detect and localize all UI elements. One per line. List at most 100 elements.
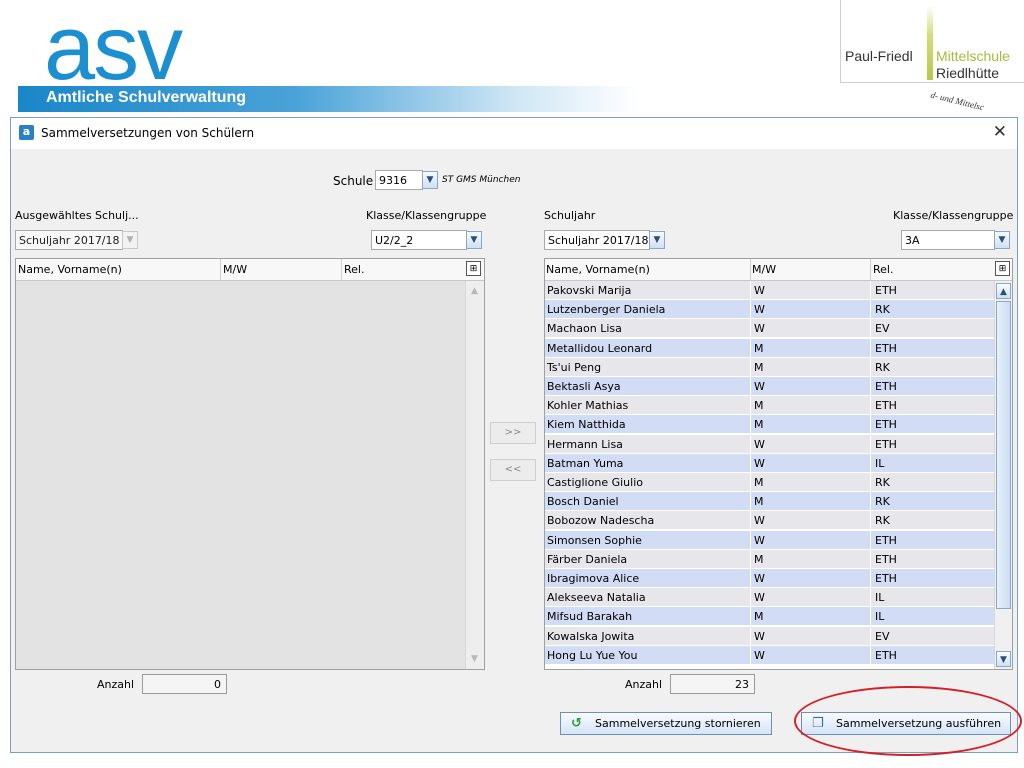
schule-dropdown-icon[interactable]: ▼ (422, 171, 438, 189)
right-klasse-select[interactable]: 3A (901, 230, 995, 250)
table-row[interactable]: Ts'ui Peng M RK (545, 357, 994, 377)
right-student-table[interactable]: Name, Vorname(n) M/W Rel. ⊞ Pakovski Mar… (544, 258, 1013, 670)
cell-mw: M (754, 418, 764, 432)
cell-divider (870, 377, 871, 396)
cancel-transfer-label: Sammelversetzung stornieren (595, 717, 761, 730)
cell-name: Hermann Lisa (547, 437, 623, 451)
table-row[interactable]: Bektasli Asya W ETH (545, 377, 994, 396)
cell-rel: ETH (875, 284, 897, 297)
cell-mw: W (754, 533, 765, 547)
table-row[interactable]: Hermann Lisa W ETH (545, 434, 994, 454)
cell-divider (750, 281, 751, 300)
table-row[interactable]: Machaon Lisa W EV (545, 319, 994, 339)
cell-rel: ETH (875, 552, 897, 566)
move-right-button[interactable]: >> (490, 422, 536, 444)
right-scrollbar[interactable]: ▲ ▼ (994, 281, 1012, 669)
cell-divider (870, 319, 871, 339)
table-row[interactable]: Castiglione Giulio M RK (545, 473, 994, 492)
table-row[interactable]: Ibragimova Alice W ETH (545, 569, 994, 588)
cell-rel: ETH (875, 437, 897, 451)
left-klasse-select[interactable]: U2/2_2 (371, 230, 467, 250)
left-column-chooser-icon[interactable]: ⊞ (466, 261, 481, 276)
table-row[interactable]: Kohler Mathias M ETH (545, 396, 994, 416)
cell-rel: ETH (875, 341, 897, 355)
left-scrollbar[interactable]: ▲ ▼ (465, 281, 484, 669)
cell-divider (870, 645, 871, 665)
table-row[interactable]: Kiem Natthida M ETH (545, 415, 994, 435)
cell-name: Ts'ui Peng (547, 360, 602, 374)
cell-divider (870, 530, 871, 550)
table-row[interactable]: Kowalska Jowita W EV (545, 626, 994, 646)
cell-divider (750, 357, 751, 377)
cell-mw: M (754, 399, 764, 413)
cell-divider (750, 338, 751, 358)
right-scroll-down-icon[interactable]: ▼ (996, 651, 1011, 667)
cell-divider (870, 626, 871, 646)
school-name-a: Paul-Friedl (845, 48, 913, 64)
table-row[interactable]: Batman Yuma W IL (545, 453, 994, 473)
cell-mw: W (754, 380, 765, 393)
right-klasse-dropdown-icon[interactable]: ▼ (994, 231, 1010, 249)
cell-divider (870, 396, 871, 416)
table-row[interactable]: Bosch Daniel M RK (545, 492, 994, 512)
left-student-table[interactable]: Name, Vorname(n) M/W Rel. ⊞ ▲ ▼ (15, 258, 485, 670)
table-row[interactable]: Färber Daniela M ETH (545, 549, 994, 569)
cell-mw: M (754, 610, 764, 624)
cell-divider (870, 569, 871, 588)
cancel-transfer-button[interactable]: ↺ Sammelversetzung stornieren (560, 712, 772, 735)
table-row[interactable]: Hong Lu Yue You W ETH (545, 645, 994, 665)
right-column-chooser-icon[interactable]: ⊞ (995, 261, 1010, 276)
table-row[interactable]: Mifsud Barakah M IL (545, 607, 994, 627)
table-row[interactable]: Bobozow Nadescha W RK (545, 511, 994, 531)
cell-mw: W (754, 514, 765, 528)
cell-rel: RK (875, 360, 890, 374)
left-scroll-up-icon[interactable]: ▲ (467, 283, 482, 299)
right-scroll-up-icon[interactable]: ▲ (996, 283, 1011, 299)
right-schuljahr-select[interactable]: Schuljahr 2017/18 (544, 230, 650, 250)
right-col-rel[interactable]: Rel. (873, 263, 893, 276)
left-schuljahr-select[interactable]: Schuljahr 2017/18 (15, 230, 123, 250)
left-scroll-down-icon[interactable]: ▼ (467, 651, 482, 667)
left-anzahl-label: Anzahl (97, 678, 135, 691)
left-schuljahr-dropdown-icon[interactable]: ▼ (122, 231, 138, 249)
schule-input[interactable]: 9316 (375, 170, 423, 190)
schule-label: Schule (333, 174, 374, 188)
undo-icon: ↺ (571, 716, 582, 731)
left-klasse-dropdown-icon[interactable]: ▼ (466, 231, 482, 249)
cell-divider (870, 473, 871, 492)
right-col-name[interactable]: Name, Vorname(n) (546, 263, 650, 276)
left-col-mw[interactable]: M/W (223, 263, 247, 276)
table-row[interactable]: Pakovski Marija W ETH (545, 281, 994, 300)
col-divider (870, 259, 871, 280)
left-klasse-label: Klasse/Klassengruppe (366, 209, 487, 222)
cell-divider (870, 492, 871, 512)
table-row[interactable]: Lutzenberger Daniela W RK (545, 300, 994, 320)
table-row[interactable]: Alekseeva Natalia W IL (545, 588, 994, 608)
left-col-rel[interactable]: Rel. (344, 263, 364, 276)
right-schuljahr-dropdown-icon[interactable]: ▼ (649, 231, 665, 249)
table-row[interactable]: Metallidou Leonard M ETH (545, 338, 994, 358)
cell-name: Bosch Daniel (547, 495, 619, 509)
cell-name: Pakovski Marija (547, 284, 632, 297)
move-left-button[interactable]: << (490, 459, 536, 481)
cell-mw: W (754, 648, 765, 662)
cell-name: Alekseeva Natalia (547, 591, 646, 605)
right-table-header: Name, Vorname(n) M/W Rel. ⊞ (545, 259, 1012, 281)
left-col-name[interactable]: Name, Vorname(n) (18, 263, 122, 276)
cell-rel: RK (875, 495, 890, 509)
cell-divider (870, 415, 871, 435)
cell-name: Castiglione Giulio (547, 476, 643, 489)
cell-rel: ETH (875, 533, 897, 547)
cell-mw: W (754, 303, 765, 317)
table-row[interactable]: Simonsen Sophie W ETH (545, 530, 994, 550)
cell-rel: IL (875, 591, 885, 605)
close-icon[interactable]: ✕ (993, 122, 1007, 142)
cell-name: Simonsen Sophie (547, 533, 642, 547)
right-scroll-thumb[interactable] (996, 301, 1011, 609)
titlebar: a Sammelversetzungen von Schülern ✕ (11, 118, 1017, 149)
right-col-mw[interactable]: M/W (752, 263, 776, 276)
cell-rel: ETH (875, 648, 897, 662)
dialog-window: a Sammelversetzungen von Schülern ✕ Schu… (10, 117, 1018, 753)
cell-divider (750, 319, 751, 339)
cell-name: Hong Lu Yue You (547, 648, 638, 662)
